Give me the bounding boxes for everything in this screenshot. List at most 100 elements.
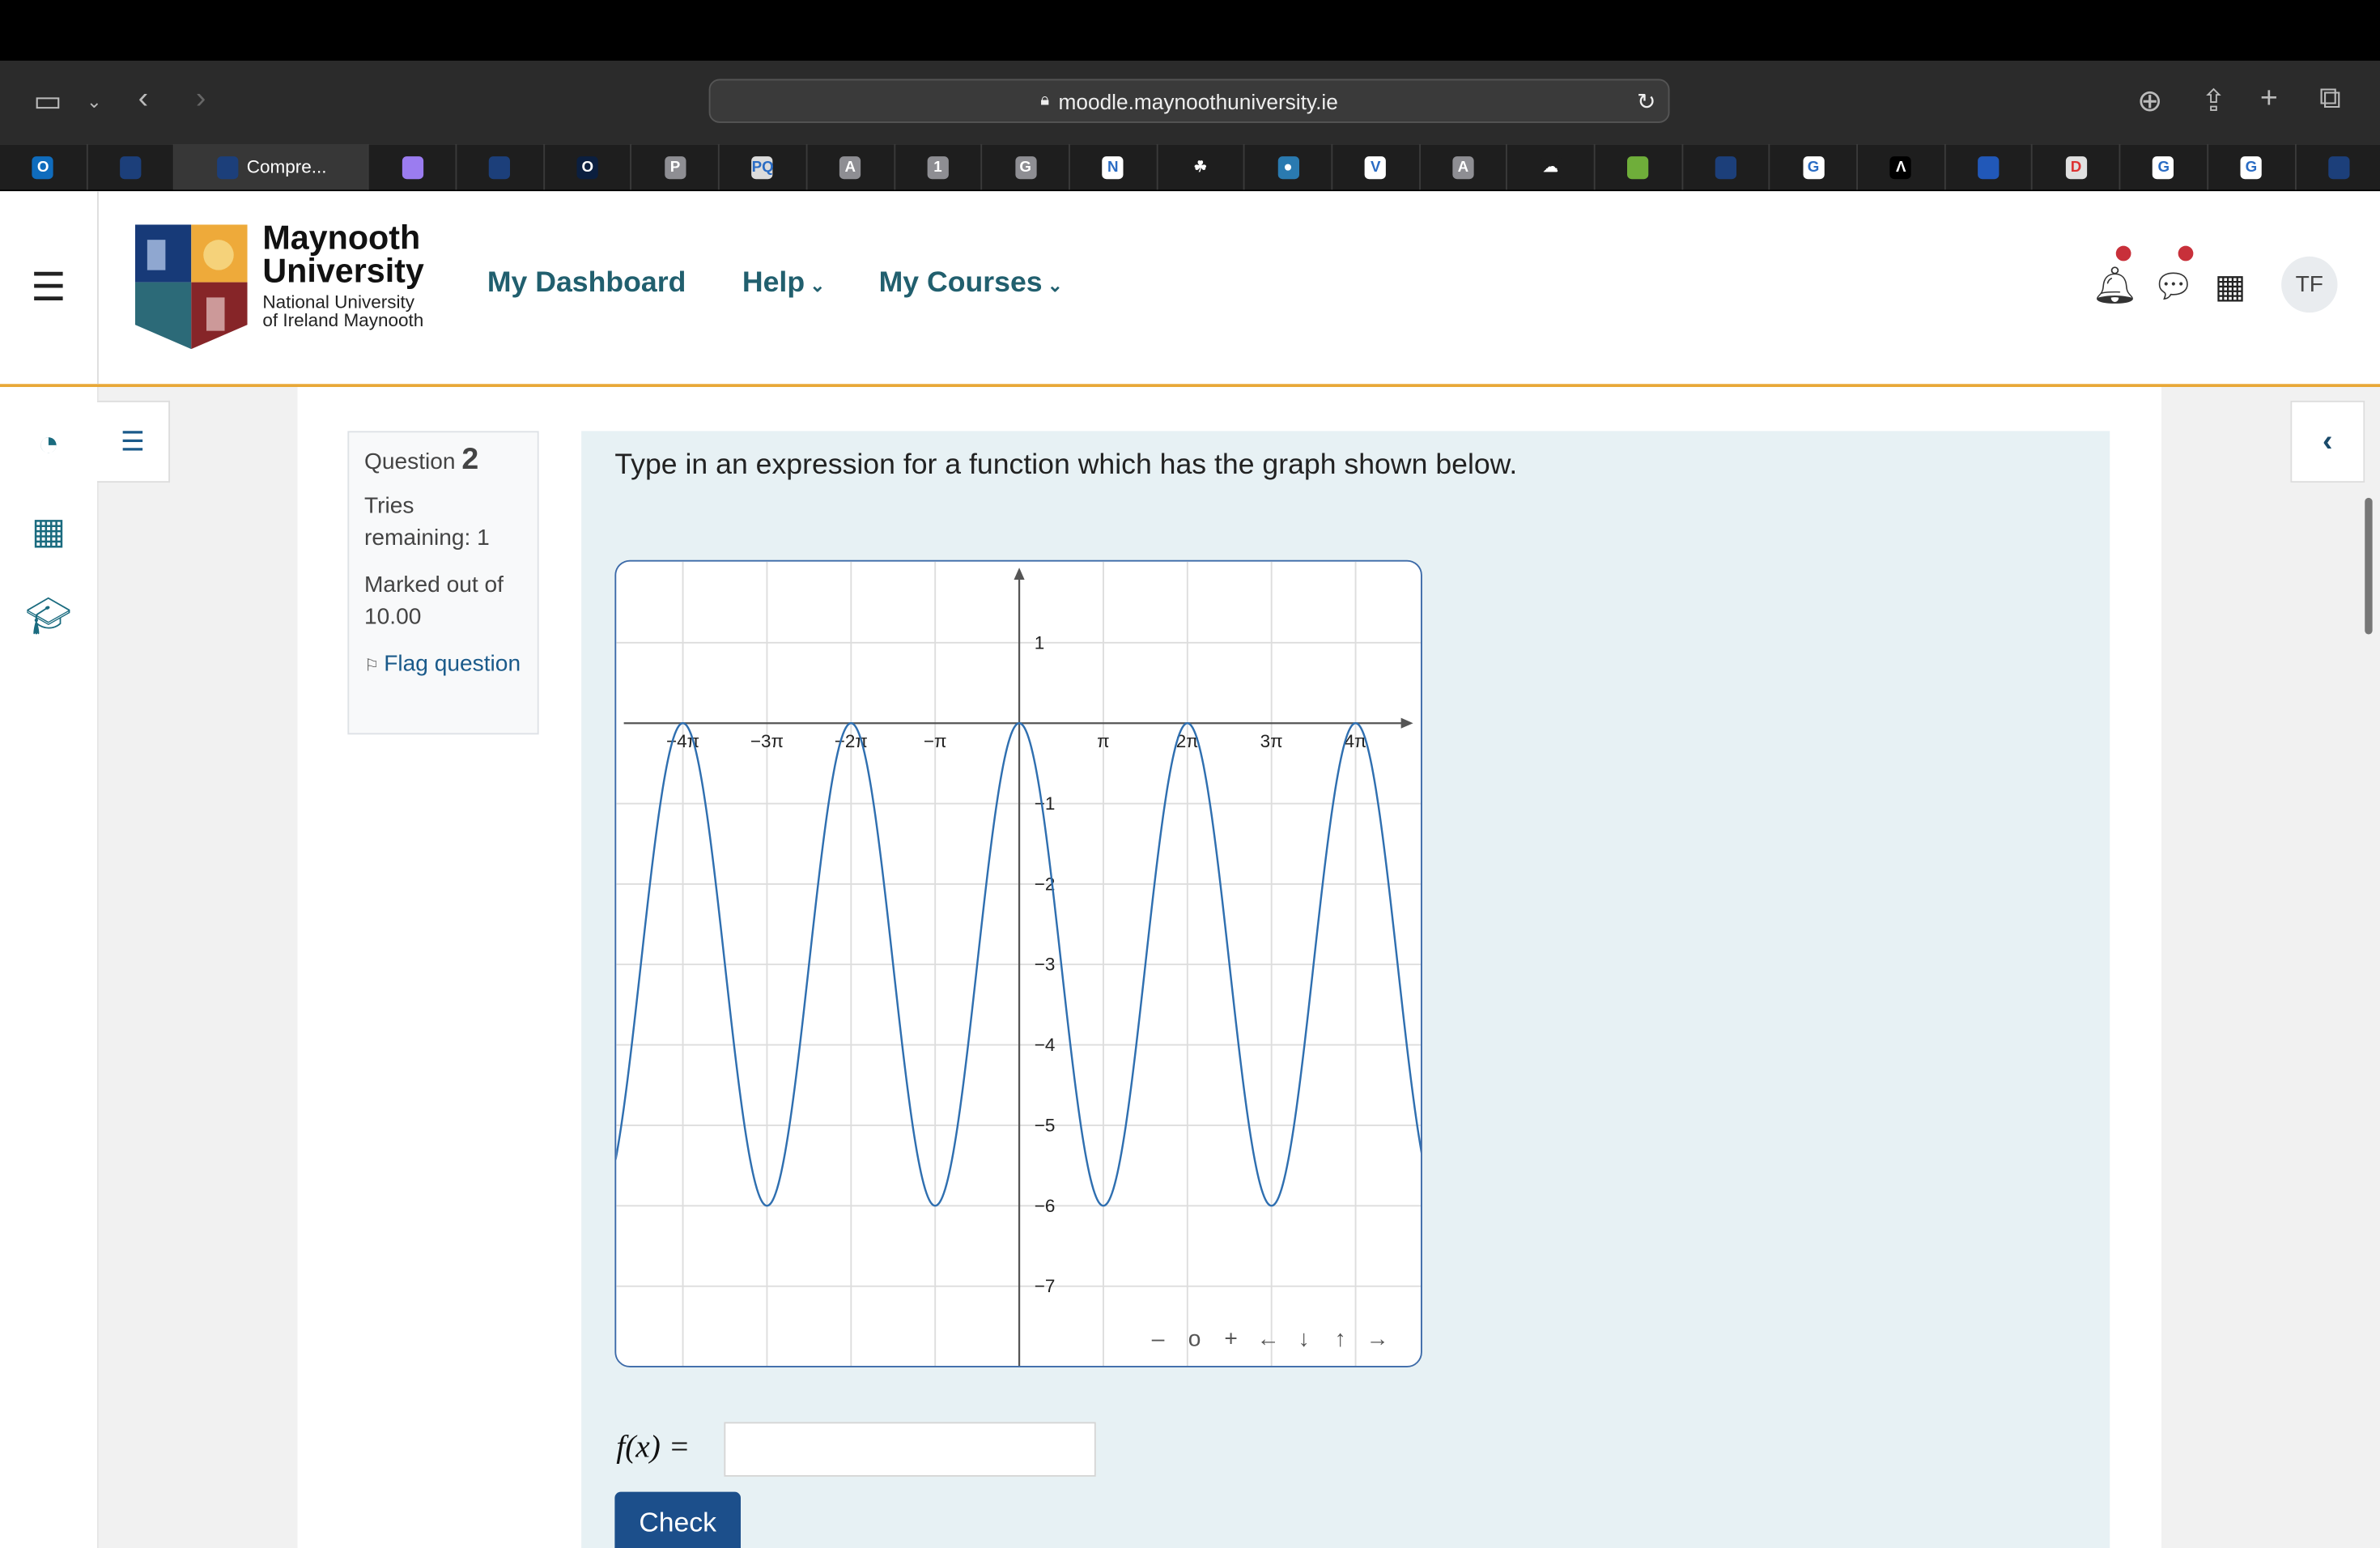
browser-tab[interactable]: PQ xyxy=(720,144,808,190)
y-tick-label: −7 xyxy=(1035,1276,1056,1296)
notion-icon: N xyxy=(1102,155,1124,179)
address-bar[interactable]: 🔒︎ moodle.maynoothuniversity.ie ↻ xyxy=(708,79,1670,123)
logo-sub2: of Ireland Maynooth xyxy=(262,309,424,331)
nav-help-label: Help xyxy=(742,266,805,300)
browser-tab[interactable] xyxy=(1945,144,2034,190)
calendar-icon[interactable]: ▦ xyxy=(26,508,71,554)
crystal-icon xyxy=(402,155,423,179)
avatar[interactable]: TF xyxy=(2281,256,2338,313)
y-tick-label: −6 xyxy=(1035,1196,1056,1216)
apps-grid-icon[interactable]: ▦ xyxy=(2215,267,2246,307)
browser-tab[interactable]: G xyxy=(2208,144,2296,190)
flag-question-link[interactable]: ⚐ Flag question xyxy=(364,648,522,683)
tab-overview-icon[interactable]: ⧉ xyxy=(2319,82,2341,117)
cloud-icon: ☁ xyxy=(1540,155,1562,179)
answer-input[interactable] xyxy=(724,1422,1096,1477)
dashboard-gauge-icon[interactable]: ◔ xyxy=(26,422,71,467)
browser-tab[interactable]: Compre... xyxy=(175,144,370,190)
forward-icon[interactable]: › xyxy=(196,82,206,117)
browser-tab[interactable]: V xyxy=(1332,144,1421,190)
avatar-initials: TF xyxy=(2295,271,2323,298)
browser-tab[interactable]: G xyxy=(982,144,1070,190)
new-tab-icon[interactable]: + xyxy=(2260,82,2278,117)
browser-tab[interactable] xyxy=(87,144,176,190)
nav-my-courses[interactable]: My Courses ⌄ xyxy=(879,267,1063,300)
browser-tab[interactable]: A xyxy=(807,144,895,190)
logo-sub1: National University xyxy=(262,291,414,313)
graph-svg: −4π −3π −2π −π π 2π 3π 4π1−1−2−3−4−5−6−7 xyxy=(616,561,1421,1367)
graph-control-button[interactable]: ← xyxy=(1257,1326,1280,1352)
browser-tab[interactable]: Λ xyxy=(1858,144,1946,190)
browser-tab[interactable]: ☘ xyxy=(1158,144,1245,190)
graph-controls: – o + ← ↓ ↑ → xyxy=(1148,1326,1389,1352)
browser-tab[interactable] xyxy=(1683,144,1770,190)
download-icon[interactable]: ⊕ xyxy=(2137,82,2162,120)
graph-control-button[interactable]: ↓ xyxy=(1294,1326,1315,1352)
notification-badge xyxy=(2115,245,2131,262)
browser-tab[interactable]: ● xyxy=(1245,144,1333,190)
question-number: Question 2 xyxy=(364,443,479,477)
lambda-icon: Λ xyxy=(1890,155,1912,179)
browser-tab[interactable]: O xyxy=(0,144,88,190)
browser-tab[interactable] xyxy=(2296,144,2380,189)
university-logo[interactable] xyxy=(134,224,248,356)
browser-tab[interactable]: 1 xyxy=(895,144,983,190)
x-tick-label: π xyxy=(1097,731,1110,751)
browser-tab[interactable] xyxy=(1596,144,1683,190)
graph-control-button[interactable]: + xyxy=(1221,1326,1242,1352)
browser-toolbar: ▭ ⌄ ‹ › 🔒︎ moodle.maynoothuniversity.ie … xyxy=(0,60,2380,145)
outlook-icon: O xyxy=(32,155,54,179)
crest-icon xyxy=(134,224,248,350)
browser-tab[interactable]: A xyxy=(1420,144,1508,190)
browser-tab[interactable] xyxy=(457,144,545,190)
browser-tab[interactable]: G xyxy=(1770,144,1859,190)
maynooth-icon xyxy=(120,155,142,179)
question-prompt: Type in an expression for a function whi… xyxy=(614,449,1518,482)
course-index-toggle[interactable]: ☰ xyxy=(97,400,170,483)
fx-label: f(x) = xyxy=(616,1427,691,1465)
browser-tab[interactable]: N xyxy=(1070,144,1158,190)
back-icon[interactable]: ‹ xyxy=(138,82,149,117)
browser-tab[interactable] xyxy=(369,144,457,190)
check-button[interactable]: Check xyxy=(614,1491,741,1548)
leaf-icon xyxy=(1627,155,1649,179)
chevron-down-icon[interactable]: ⌄ xyxy=(87,91,102,112)
graduation-cap-icon[interactable]: 🎓︎ xyxy=(25,593,71,639)
chevron-down-icon: ⌄ xyxy=(805,274,826,296)
x-axis-arrow xyxy=(1400,717,1413,729)
o-icon: O xyxy=(576,155,598,179)
messages-icon[interactable]: 💬︎ xyxy=(2153,267,2195,307)
browser-tab[interactable]: G xyxy=(2121,144,2208,190)
x-tick-label: 3π xyxy=(1260,731,1283,751)
nav-help[interactable]: Help ⌄ xyxy=(742,267,825,300)
graph-control-button[interactable]: o xyxy=(1184,1326,1205,1352)
x-tick-label: −π xyxy=(924,731,947,751)
browser-tab[interactable]: ☁ xyxy=(1507,144,1596,190)
function-graph[interactable]: −4π −3π −2π −π π 2π 3π 4π 1 −1 −2 −3 −4 −5 −6 −7 – o + ← ↓ ↑… xyxy=(614,559,1422,1367)
chevron-left-icon: ‹ xyxy=(2323,423,2333,458)
maynooth-icon xyxy=(1715,155,1737,179)
message-badge xyxy=(2178,245,2194,262)
nav-my-courses-label: My Courses xyxy=(878,266,1043,300)
browser-tab[interactable]: D xyxy=(2033,144,2121,190)
sidebar-toggle-icon[interactable]: ▭ xyxy=(33,82,62,120)
logo-text: Maynooth University National University … xyxy=(262,221,424,331)
y-tick-label: 1 xyxy=(1035,632,1045,653)
browser-tab[interactable]: P xyxy=(632,144,720,190)
nav-my-dashboard[interactable]: My Dashboard xyxy=(487,267,686,300)
menu-icon[interactable]: ☰ xyxy=(0,191,99,385)
graph-control-button[interactable]: → xyxy=(1366,1326,1389,1352)
pq-icon: PQ xyxy=(752,155,774,179)
reload-icon[interactable]: ↻ xyxy=(1637,87,1656,115)
question-info: Question 2 Tries remaining: 1 Marked out… xyxy=(347,431,539,735)
graph-control-button[interactable]: ↑ xyxy=(1330,1326,1351,1352)
scrollbar[interactable] xyxy=(2365,497,2373,635)
drawer-toggle[interactable]: ‹ xyxy=(2290,400,2365,483)
browser-tab[interactable]: O xyxy=(545,144,632,190)
left-rail: ◔ ▦ 🎓︎ xyxy=(0,386,99,1548)
v-icon: V xyxy=(1365,155,1387,179)
share-icon[interactable]: ⇪ xyxy=(2201,82,2226,120)
x-tick-label: −3π xyxy=(750,731,784,751)
bell-icon[interactable]: 🔔︎ xyxy=(2092,264,2138,308)
graph-control-button[interactable]: – xyxy=(1148,1326,1169,1352)
